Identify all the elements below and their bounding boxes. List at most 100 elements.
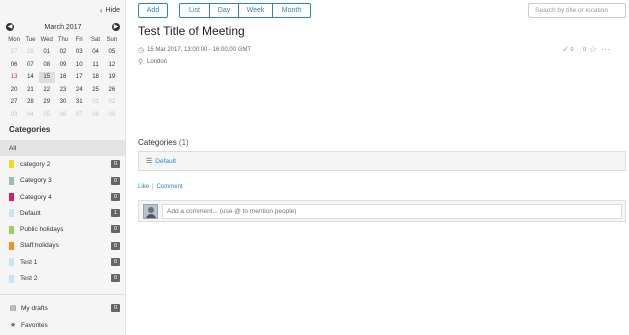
calendar-day[interactable]: 01 (39, 47, 55, 58)
calendar-day[interactable]: 08 (39, 60, 55, 71)
prev-month-button[interactable]: ◀ (6, 23, 14, 31)
event-location: London (147, 59, 168, 65)
categories-heading: Categories (9, 125, 51, 134)
calendar-day[interactable]: 11 (87, 60, 103, 71)
category-item[interactable]: Test 2 0 (0, 270, 125, 286)
category-label: Category 3 (20, 177, 52, 185)
calendar-day[interactable]: 08 (87, 110, 103, 121)
calendar-week-row: 27 28 01 02 03 04 05 (6, 47, 120, 60)
category-count-badge: 0 (111, 241, 120, 250)
view-list-button[interactable]: List (180, 4, 210, 17)
event-categories-box: ☰ Default (138, 151, 626, 171)
calendar-day[interactable]: 05 (39, 110, 55, 121)
calendar-day[interactable]: 10 (71, 60, 87, 71)
calendar-day[interactable]: 07 (71, 110, 87, 121)
category-item-all[interactable]: All (0, 140, 125, 157)
calendar-day[interactable]: 18 (87, 72, 103, 83)
sidebar-divider (0, 294, 125, 295)
speech-bubble-icon: ◌ (576, 44, 582, 55)
weekday-label: Fri (75, 36, 83, 43)
view-day-button[interactable]: Day (210, 4, 239, 17)
calendar-day[interactable]: 30 (55, 97, 71, 108)
clock-icon: ◷ (138, 47, 145, 54)
view-week-button[interactable]: Week (239, 4, 273, 17)
calendar-day[interactable]: 05 (104, 47, 120, 58)
calendar-day[interactable]: 22 (39, 85, 55, 96)
category-item[interactable]: Category 4 0 (0, 189, 125, 205)
calendar-day[interactable]: 03 (71, 47, 87, 58)
category-color-swatch (9, 225, 14, 234)
calendar-day[interactable]: 09 (104, 110, 120, 121)
category-count-badge: 0 (111, 176, 120, 185)
my-drafts-link[interactable]: ▤ My drafts (9, 302, 48, 314)
like-link[interactable]: Like (138, 184, 149, 190)
category-item[interactable]: category 2 0 (0, 156, 125, 172)
category-color-swatch (9, 258, 14, 267)
calendar-day[interactable]: 20 (6, 85, 22, 96)
star-icon: ★ (9, 322, 17, 329)
calendar-day[interactable]: 28 (22, 47, 38, 58)
calendar-day[interactable]: 23 (55, 85, 71, 96)
calendar-day[interactable]: 17 (71, 72, 87, 83)
calendar-day[interactable]: 07 (22, 60, 38, 71)
category-item[interactable]: Public holidays 0 (0, 221, 125, 237)
calendar-day[interactable]: 31 (71, 97, 87, 108)
calendar-day[interactable]: 24 (71, 85, 87, 96)
calendar-day[interactable]: 04 (22, 110, 38, 121)
calendar-day[interactable]: 06 (55, 110, 71, 121)
category-item[interactable]: Category 3 0 (0, 173, 125, 189)
calendar-day[interactable]: 02 (55, 47, 71, 58)
hide-sidebar-button[interactable]: ‹ Hide (100, 6, 120, 15)
calendar-day[interactable]: 02 (104, 97, 120, 108)
favorites-link[interactable]: ★ Favorites (9, 319, 48, 331)
category-label: All (9, 144, 17, 152)
calendar-day[interactable]: 13 (6, 72, 22, 83)
calendar-day[interactable]: 09 (55, 60, 71, 71)
calendar-day[interactable]: 28 (22, 97, 38, 108)
category-label: category 2 (20, 160, 51, 168)
calendar-day[interactable]: 06 (6, 60, 22, 71)
comment-count: 0 (582, 46, 587, 53)
approve-count: 0 (570, 46, 574, 53)
next-month-button[interactable]: ▶ (112, 23, 120, 31)
calendar-day[interactable]: 19 (104, 72, 120, 83)
calendar-day[interactable]: 29 (39, 97, 55, 108)
calendar-day[interactable]: 12 (104, 60, 120, 71)
mini-calendar-header: ◀ March 2017 ▶ (6, 21, 120, 33)
more-options-action[interactable]: ⋯ (601, 44, 611, 55)
avatar (143, 204, 158, 219)
calendar-week-row: 03 04 05 06 07 08 09 (6, 109, 120, 122)
calendar-day[interactable]: 27 (6, 47, 22, 58)
view-month-button[interactable]: Month (273, 4, 310, 17)
calendar-day[interactable]: 27 (6, 97, 22, 108)
category-item[interactable]: Staff holidays 0 (0, 238, 125, 254)
category-color-swatch (9, 274, 14, 283)
calendar-day[interactable]: 26 (104, 85, 120, 96)
weekday-label: Sun (106, 36, 118, 43)
comment-link[interactable]: Comment (157, 184, 183, 190)
category-label: Category 4 (20, 193, 52, 201)
calendar-day[interactable]: 14 (22, 72, 38, 83)
event-category-link[interactable]: Default (155, 158, 176, 165)
view-switcher: List Day Week Month (179, 3, 311, 18)
favorite-action[interactable]: ☆ (589, 44, 598, 55)
add-button[interactable]: Add (138, 3, 168, 18)
calendar-day[interactable]: 21 (22, 85, 38, 96)
category-label: Public holidays (20, 226, 64, 234)
calendar-day[interactable]: 15 (38, 72, 55, 84)
category-item[interactable]: Default 1 (0, 205, 125, 221)
category-count-badge: 0 (111, 258, 120, 267)
category-item[interactable]: Test 1 0 (0, 254, 125, 270)
calendar-day[interactable]: 25 (87, 85, 103, 96)
comment-input[interactable] (162, 204, 622, 219)
category-color-swatch (9, 193, 14, 202)
comment-action[interactable]: ◌ 0 (577, 45, 586, 55)
calendar-day[interactable]: 03 (6, 110, 22, 121)
event-actions: ✓ 0 ◌ 0 ☆ ⋯ (562, 44, 611, 55)
calendar-day[interactable]: 01 (87, 97, 103, 108)
calendar-day[interactable]: 04 (87, 47, 103, 58)
calendar-day[interactable]: 16 (55, 72, 71, 83)
category-count-badge: 0 (111, 274, 120, 283)
search-input[interactable] (528, 3, 626, 18)
approve-action[interactable]: ✓ 0 (562, 44, 574, 55)
